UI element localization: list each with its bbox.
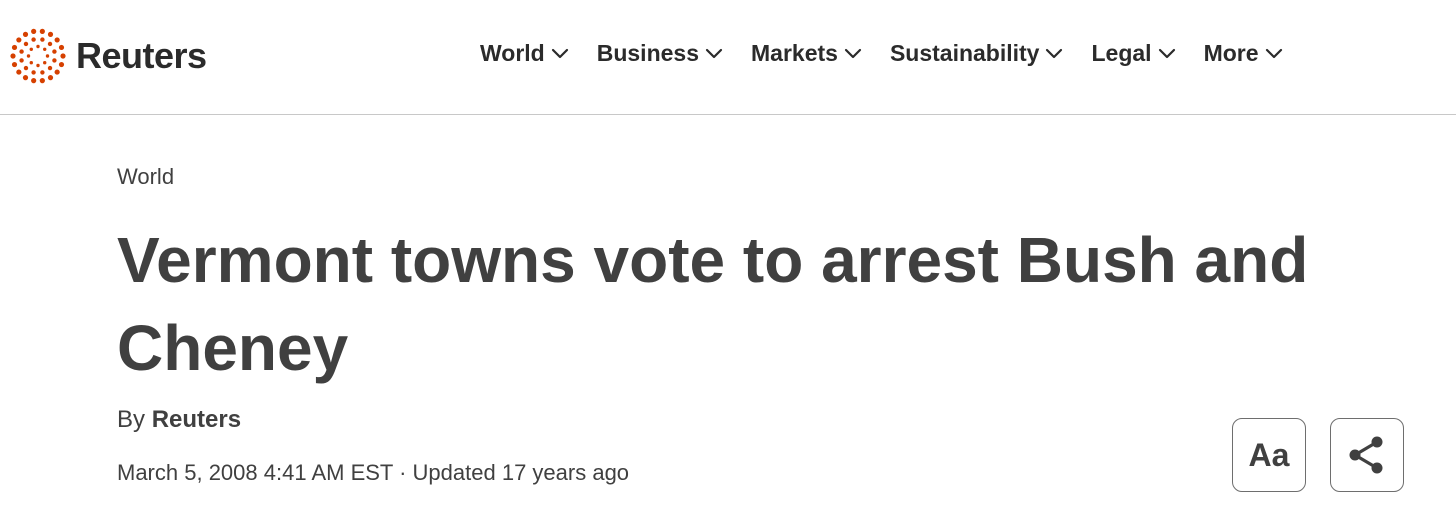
main-nav: World Business Markets Sustainability Le… (480, 40, 1283, 67)
nav-item-world[interactable]: World (480, 40, 569, 67)
nav-item-label: Markets (751, 40, 838, 66)
nav-item-markets[interactable]: Markets (751, 40, 862, 67)
nav-item-sustainability[interactable]: Sustainability (890, 40, 1064, 67)
nav-item-label: More (1203, 40, 1259, 66)
headline: Vermont towns vote to arrest Bush and Ch… (117, 224, 1309, 384)
author-link[interactable]: Reuters (152, 406, 241, 433)
chevron-down-icon (844, 48, 862, 58)
chevron-down-icon (1158, 48, 1175, 58)
nav-item-label: World (480, 40, 545, 66)
site-header: Reuters World Business Markets Sustainab… (0, 0, 1456, 115)
updated-time: Updated 17 years ago (412, 460, 630, 485)
share-icon (1349, 436, 1383, 474)
publish-date: March 5, 2008 4:41 AM EST (117, 460, 393, 485)
nav-item-business[interactable]: Business (597, 40, 723, 67)
chevron-down-icon (1046, 48, 1063, 58)
nav-item-label: Business (596, 40, 699, 66)
section-link[interactable]: World (117, 164, 174, 190)
nav-item-more[interactable]: More (1204, 40, 1283, 67)
reuters-logo[interactable]: Reuters (8, 26, 207, 86)
nav-item-label: Sustainability (889, 40, 1040, 66)
nav-item-legal[interactable]: Legal (1091, 40, 1175, 67)
share-button[interactable] (1330, 418, 1404, 492)
chevron-down-icon (705, 48, 723, 58)
font-size-button[interactable]: Aa (1232, 418, 1306, 492)
date-separator: · (399, 460, 407, 485)
nav-item-label: Legal (1091, 40, 1152, 66)
font-size-label: Aa (1248, 436, 1290, 473)
chevron-down-icon (551, 48, 568, 58)
byline: By Reuters (117, 406, 241, 434)
dateline: March 5, 2008 4:41 AM EST · Updated 17 y… (117, 460, 629, 486)
reuters-logo-icon (10, 28, 66, 84)
chevron-down-icon (1265, 48, 1282, 58)
logo-text: Reuters (76, 35, 207, 76)
byline-prefix: By (117, 406, 146, 433)
